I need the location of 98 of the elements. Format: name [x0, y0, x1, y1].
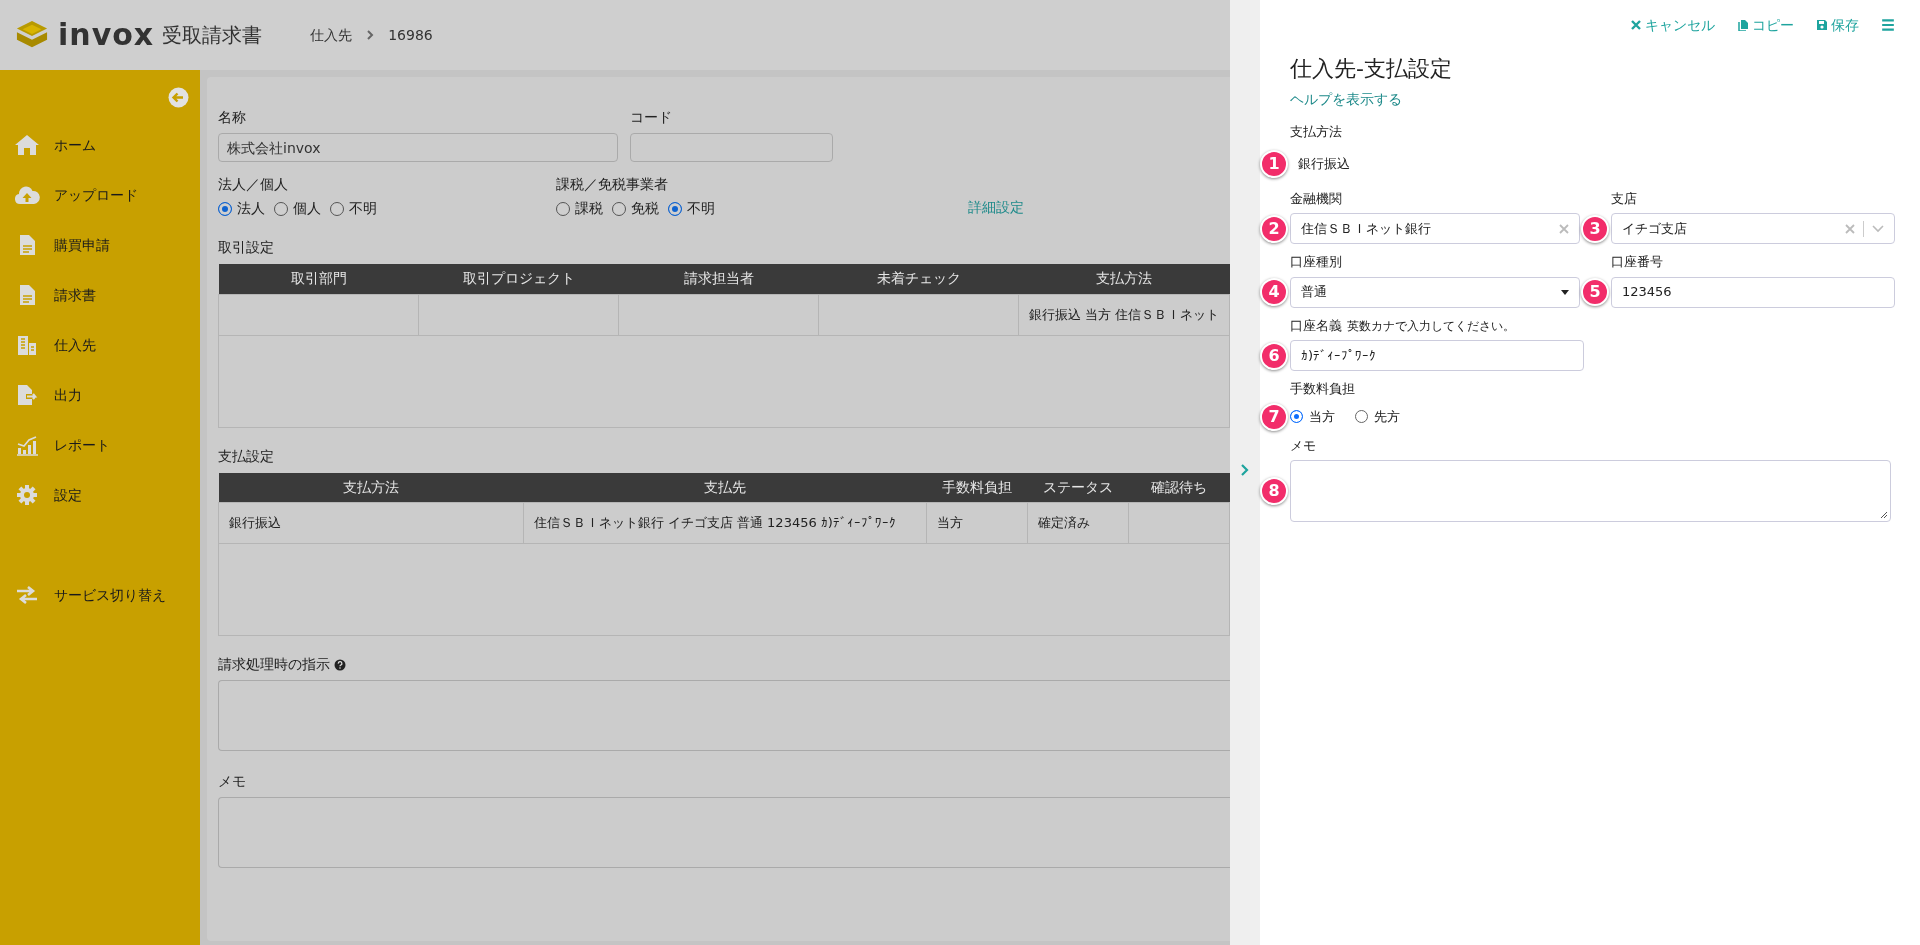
radio-label: 法人	[237, 199, 265, 218]
payment-method-value: 銀行振込	[1297, 154, 1350, 173]
input-field[interactable]: 123456	[1611, 276, 1895, 308]
breadcrumb-item[interactable]: 仕入先	[310, 24, 353, 46]
swap-arrows-icon	[14, 583, 40, 607]
radio-button[interactable]	[668, 201, 682, 216]
field-label: コード	[630, 108, 673, 127]
sidebar-item[interactable]: 設定	[0, 470, 200, 520]
field-label: 請求処理時の指示	[218, 655, 330, 674]
select-field[interactable]: 住信ＳＢＩネット銀行	[1290, 213, 1580, 244]
close-icon	[1630, 19, 1642, 31]
resize-handle-icon	[1880, 511, 1888, 519]
code-field[interactable]	[630, 133, 833, 162]
table-cell: 住信ＳＢＩネット銀行 イチゴ支店 普通 123456 ｶ)ﾃﾞｨｰﾌﾟﾜｰｸ	[523, 502, 927, 544]
number-marker: 1	[1260, 149, 1288, 178]
panel-title: 仕入先-支払設定	[1290, 55, 1453, 83]
home-icon	[14, 133, 40, 157]
sidebar-item[interactable]: 請求書	[0, 270, 200, 320]
select-field[interactable]: イチゴ支店	[1611, 213, 1895, 244]
radio-label: 不明	[687, 199, 715, 218]
instructions-field[interactable]	[218, 680, 1230, 751]
number-marker: 8	[1260, 477, 1288, 505]
radio-label: 不明	[349, 199, 377, 218]
table-cell: 当方	[926, 502, 1028, 544]
sidebar-item[interactable]: 購買申請	[0, 220, 200, 270]
field-label: 支払方法	[1290, 123, 1343, 141]
field-label: メモ	[1290, 436, 1317, 455]
select-field[interactable]: 普通	[1290, 276, 1580, 308]
name-field[interactable]: 株式会社invox	[218, 133, 618, 162]
bar-chart-icon	[14, 433, 40, 457]
number-marker: 7	[1260, 402, 1288, 431]
number-marker: 3	[1581, 214, 1609, 243]
field-label: 口座名義	[1290, 317, 1342, 333]
number-marker: 4	[1260, 278, 1288, 306]
radio-button[interactable]	[612, 201, 626, 216]
field-label: 支店	[1611, 189, 1638, 208]
collapse-icon[interactable]	[168, 87, 189, 108]
logo-text: invox	[58, 20, 155, 50]
column-header: 取引部門	[218, 264, 419, 294]
memo-field[interactable]	[218, 797, 1230, 868]
radio-label: 先方	[1374, 407, 1400, 426]
field-label: 名称	[218, 108, 247, 127]
radio-label: 免税	[631, 199, 659, 218]
number-marker: 2	[1260, 214, 1288, 243]
column-header: 支払方法	[218, 472, 524, 503]
field-label: 課税／免税事業者	[556, 175, 669, 194]
radio-button[interactable]	[1290, 410, 1303, 423]
sidebar-item[interactable]: アップロード	[0, 170, 200, 220]
column-header: 支払先	[523, 472, 927, 503]
help-icon	[334, 658, 346, 671]
section-title: 支払設定	[218, 446, 275, 466]
radio-button[interactable]	[330, 201, 344, 216]
chevron-right-icon	[366, 29, 375, 41]
radio-label: 当方	[1309, 407, 1335, 426]
chevron-right-icon[interactable]	[1240, 463, 1250, 477]
field-label: 口座番号	[1611, 253, 1664, 271]
memo-field[interactable]	[1290, 460, 1891, 522]
sidebar-item[interactable]: レポート	[0, 420, 200, 470]
breadcrumb-item: 16986	[388, 25, 433, 45]
sidebar-item[interactable]: 出力	[0, 370, 200, 420]
table-cell: 銀行振込	[218, 502, 524, 544]
clear-icon	[1845, 223, 1855, 234]
column-header: 未着チェック	[818, 264, 1019, 294]
clear-icon	[1559, 223, 1569, 234]
sidebar-item[interactable]: 仕入先	[0, 320, 200, 370]
field-label: 法人／個人	[218, 175, 289, 194]
field-label: メモ	[218, 772, 246, 791]
gear-icon	[14, 483, 40, 507]
column-header: 支払方法	[1018, 264, 1230, 294]
help-link[interactable]: ヘルプを表示する	[1290, 89, 1402, 110]
menu-icon[interactable]	[1881, 18, 1895, 32]
field-label: 口座種別	[1290, 253, 1343, 271]
radio-button[interactable]	[218, 201, 232, 216]
radio-button[interactable]	[274, 201, 288, 216]
sidebar-item[interactable]: サービス切り替え	[0, 570, 200, 620]
radio-label: 個人	[293, 199, 321, 218]
radio-button[interactable]	[556, 201, 570, 216]
sidebar-item[interactable]: ホーム	[0, 120, 200, 170]
radio-label: 課税	[575, 199, 603, 218]
section-title: 取引設定	[218, 238, 275, 257]
column-header: 取引プロジェクト	[418, 264, 619, 294]
product-name: 受取請求書	[162, 22, 263, 49]
number-marker: 5	[1581, 278, 1609, 306]
column-header: ステータス	[1027, 472, 1129, 503]
column-header: 手数料負担	[926, 472, 1028, 503]
table-cell: 銀行振込 当方 住信ＳＢＩネット	[1018, 294, 1230, 335]
chevron-down-icon	[1872, 224, 1884, 233]
number-marker: 6	[1260, 341, 1288, 370]
field-label: 手数料負担	[1290, 380, 1356, 398]
hint-text: 英数カナで入力してください。	[1347, 318, 1515, 333]
table-cell: 確定済み	[1027, 502, 1129, 544]
column-header: 請求担当者	[618, 264, 819, 294]
save-icon	[1816, 19, 1828, 31]
column-header: 確認待ち	[1128, 472, 1230, 503]
caret-down-icon	[1561, 289, 1569, 295]
copy-icon	[1737, 19, 1749, 31]
input-field[interactable]: ｶ)ﾃﾞｨｰﾌﾟﾜｰｸ	[1290, 340, 1584, 371]
field-label: 金融機関	[1290, 189, 1343, 208]
